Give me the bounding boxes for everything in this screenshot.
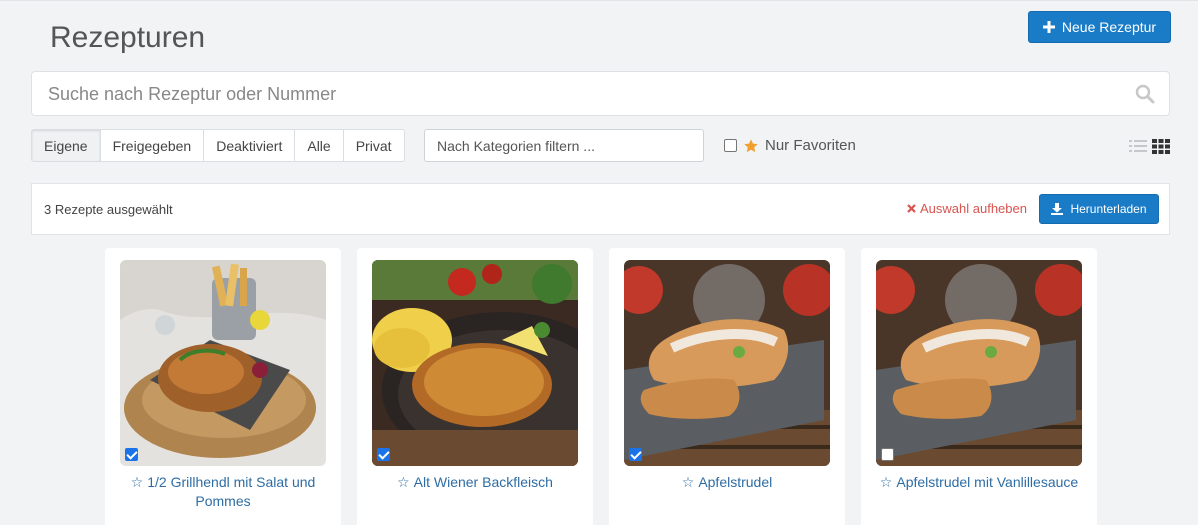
favorite-star-icon[interactable]: ☆ (682, 474, 695, 490)
favorite-star-icon[interactable]: ☆ (880, 474, 893, 490)
filter-eigene-tab[interactable]: Eigene (32, 130, 100, 161)
download-button[interactable]: Herunterladen (1039, 194, 1159, 224)
clear-selection-link[interactable]: Auswahl aufheben (907, 201, 1027, 216)
favorites-checkbox[interactable] (724, 139, 737, 152)
filter-alle-tab[interactable]: Alle (294, 130, 342, 161)
recipe-name-link[interactable]: ☆ 1/2 Grillhendl mit Salat und Pommes (115, 473, 331, 511)
search-placeholder: Suche nach Rezeptur oder Nummer (48, 84, 337, 104)
download-label: Herunterladen (1070, 202, 1147, 216)
new-recipe-label: Neue Rezeptur (1061, 19, 1157, 35)
search-icon[interactable] (1135, 84, 1155, 104)
recipe-select-checkbox[interactable] (629, 448, 642, 461)
favorites-label: Nur Favoriten (765, 137, 856, 154)
recipe-select-checkbox[interactable] (125, 448, 138, 461)
filter-freigegeben-tab[interactable]: Freigegeben (99, 130, 204, 161)
download-icon (1051, 203, 1064, 215)
apple-strudel-photo[interactable] (876, 260, 1082, 466)
recipe-name-link[interactable]: ☆ Alt Wiener Backfleisch (367, 473, 583, 492)
schnitzel-photo[interactable] (372, 260, 578, 466)
favorite-star-icon[interactable]: ☆ (131, 474, 144, 490)
ownership-filter-group: Eigene Freigegeben Deaktiviert Alle Priv… (31, 129, 405, 162)
star-icon (744, 138, 758, 152)
roast-chicken-photo[interactable] (120, 260, 326, 466)
recipe-card[interactable]: ☆ Alt Wiener Backfleisch (357, 248, 593, 525)
filter-privat-tab[interactable]: Privat (342, 130, 404, 161)
filter-deaktiviert-tab[interactable]: Deaktiviert (203, 130, 294, 161)
search-input[interactable]: Suche nach Rezeptur oder Nummer (31, 71, 1170, 116)
recipe-card[interactable]: ☆ Apfelstrudel (609, 248, 845, 525)
recipe-card[interactable]: ☆ Apfelstrudel mit Vanlillesauce (861, 248, 1097, 525)
recipe-select-checkbox[interactable] (881, 448, 894, 461)
recipe-name-link[interactable]: ☆ Apfelstrudel mit Vanlillesauce (871, 473, 1087, 492)
selection-count: 3 Rezepte ausgewählt (44, 202, 173, 217)
new-recipe-button[interactable]: Neue Rezeptur (1028, 11, 1171, 43)
selection-bar: 3 Rezepte ausgewählt Auswahl aufheben He… (31, 183, 1170, 235)
favorites-filter[interactable]: Nur Favoriten (724, 137, 856, 154)
close-icon (907, 204, 916, 213)
clear-selection-label: Auswahl aufheben (920, 201, 1027, 216)
category-filter-input[interactable]: Nach Kategorien filtern ... (424, 129, 704, 162)
list-view-icon[interactable] (1129, 140, 1147, 153)
plus-icon (1042, 21, 1055, 33)
recipe-name-link[interactable]: ☆ Apfelstrudel (619, 473, 835, 492)
favorite-star-icon[interactable]: ☆ (397, 474, 410, 490)
grid-view-icon[interactable] (1152, 139, 1170, 154)
apple-strudel-photo[interactable] (624, 260, 830, 466)
recipe-card[interactable]: ☆ 1/2 Grillhendl mit Salat und Pommes (105, 248, 341, 525)
recipe-select-checkbox[interactable] (377, 448, 390, 461)
page-title: Rezepturen (50, 21, 206, 54)
